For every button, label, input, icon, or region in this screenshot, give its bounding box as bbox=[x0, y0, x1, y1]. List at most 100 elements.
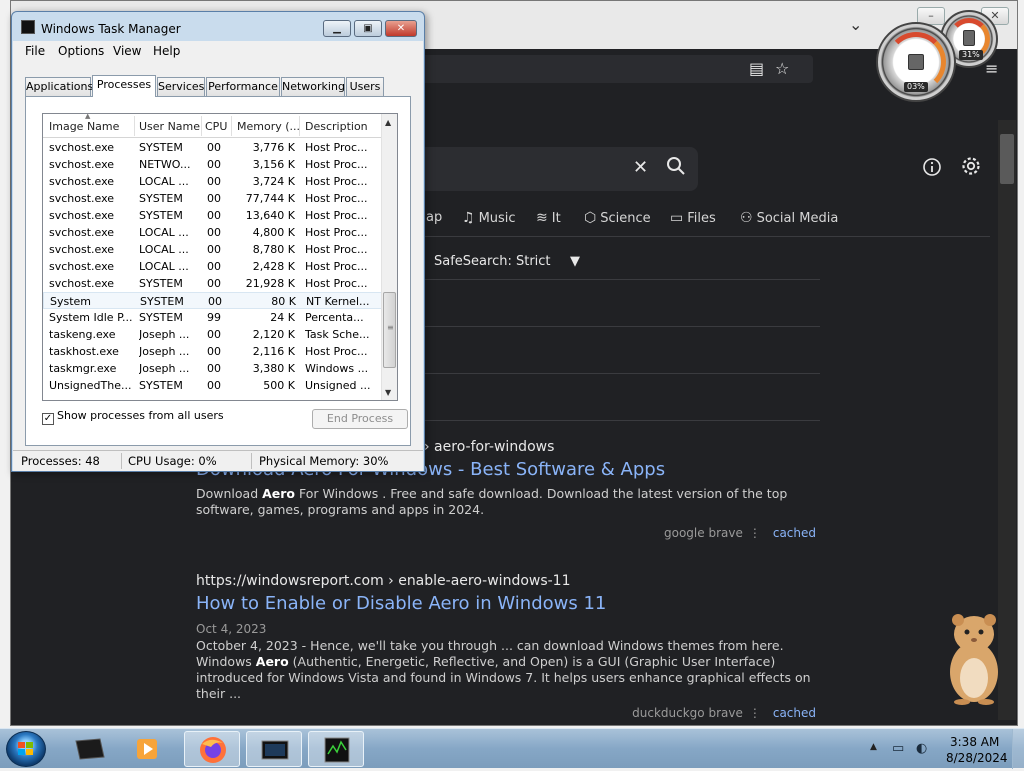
table-row[interactable]: taskmgr.exe Joseph ... 00 3,380 K Windows ..… bbox=[43, 360, 383, 377]
column-separator[interactable] bbox=[299, 116, 300, 136]
taskbar-remote-desktop[interactable] bbox=[246, 731, 302, 767]
table-row[interactable]: svchost.exe LOCAL ... 00 3,724 K Host Proc..… bbox=[43, 173, 383, 190]
table-row[interactable]: svchost.exe SYSTEM 00 13,640 K Host Proc... bbox=[43, 207, 383, 224]
sort-ascending-icon: ▲ bbox=[85, 113, 91, 120]
menu-icon[interactable]: ≡ bbox=[985, 59, 998, 78]
menu-view[interactable]: View bbox=[113, 44, 141, 58]
tab-science[interactable]: ⬡ Science bbox=[584, 210, 651, 226]
result-title-link[interactable]: How to Enable or Disable Aero in Windows… bbox=[196, 593, 816, 614]
end-process-button[interactable]: End Process bbox=[312, 409, 408, 429]
more-options-icon[interactable]: ⋮ bbox=[749, 706, 761, 720]
column-separator[interactable] bbox=[134, 116, 135, 136]
table-row[interactable]: svchost.exe LOCAL ... 00 2,428 K Host Proc..… bbox=[43, 258, 383, 275]
show-desktop-button[interactable] bbox=[1012, 729, 1024, 769]
table-row[interactable]: svchost.exe LOCAL ... 00 8,780 K Host Proc..… bbox=[43, 241, 383, 258]
column-image-name[interactable]: Image Name bbox=[49, 120, 119, 133]
process-list[interactable]: ▲ Image Name User Name CPU Memory (... D… bbox=[42, 113, 398, 401]
gear-icon[interactable] bbox=[960, 155, 982, 182]
hamster-desktop-pet[interactable] bbox=[940, 606, 1008, 706]
close-button[interactable]: ✕ bbox=[385, 20, 417, 37]
volume-icon[interactable]: ◐ bbox=[916, 741, 927, 756]
table-row[interactable]: taskhost.exe Joseph ... 00 2,116 K Host Proc… bbox=[43, 343, 383, 360]
scroll-up-arrow-icon[interactable]: ▲ bbox=[385, 118, 391, 127]
list-scrollbar-thumb[interactable]: ≡ bbox=[383, 292, 396, 368]
table-row[interactable]: System SYSTEM 00 80 K NT Kernel... bbox=[43, 292, 383, 309]
process-cpu: 00 bbox=[207, 379, 221, 392]
menu-help[interactable]: Help bbox=[153, 44, 180, 58]
safesearch-dropdown[interactable]: SafeSearch: Strict bbox=[434, 254, 551, 269]
table-row[interactable]: UnsignedThe... SYSTEM 00 500 K Unsigned ... bbox=[43, 377, 383, 394]
minimize-button[interactable]: ▁ bbox=[323, 20, 351, 37]
cached-link[interactable]: cached bbox=[773, 526, 816, 540]
table-row[interactable]: svchost.exe SYSTEM 00 21,928 K Host Proc... bbox=[43, 275, 383, 292]
list-scrollbar[interactable]: ▲ ≡ ▼ bbox=[381, 114, 397, 400]
tab-it[interactable]: ≋ It bbox=[536, 210, 561, 226]
reader-view-icon[interactable]: ▤ bbox=[749, 59, 764, 78]
cached-link[interactable]: cached bbox=[773, 706, 816, 720]
page-scrollbar-thumb[interactable] bbox=[1000, 134, 1014, 184]
process-name: svchost.exe bbox=[49, 192, 115, 205]
column-memory[interactable]: Memory (... bbox=[237, 120, 300, 133]
taskbar-task-manager[interactable] bbox=[308, 731, 364, 767]
process-memory: 3,724 K bbox=[252, 175, 295, 188]
menu-file[interactable]: File bbox=[25, 44, 45, 58]
tab-processes[interactable]: Processes bbox=[92, 75, 156, 97]
task-manager-icon bbox=[324, 737, 350, 763]
tab-services[interactable]: Services bbox=[157, 77, 205, 96]
clear-search-icon[interactable]: ✕ bbox=[633, 157, 648, 178]
tab-performance[interactable]: Performance bbox=[206, 77, 280, 96]
table-row[interactable]: svchost.exe NETWO... 00 3,156 K Host Proc... bbox=[43, 156, 383, 173]
taskbar-firefox[interactable] bbox=[184, 731, 240, 767]
table-row[interactable]: svchost.exe SYSTEM 00 77,744 K Host Proc... bbox=[43, 190, 383, 207]
tab-maps[interactable]: ap bbox=[426, 210, 442, 225]
process-description: Host Proc... bbox=[305, 141, 368, 154]
windows-logo-icon bbox=[18, 742, 33, 755]
more-options-icon[interactable]: ⋮ bbox=[749, 526, 761, 540]
process-description: Host Proc... bbox=[305, 345, 368, 358]
tab-list-chevron-icon[interactable]: ⌄ bbox=[849, 15, 862, 34]
scroll-down-arrow-icon[interactable]: ▼ bbox=[385, 388, 391, 397]
checkbox-checked-icon[interactable]: ✓ bbox=[42, 413, 54, 425]
process-user: Joseph ... bbox=[139, 345, 190, 358]
process-name: taskeng.exe bbox=[49, 328, 116, 341]
table-row[interactable]: System Idle P... SYSTEM 99 24 K Percenta... bbox=[43, 309, 383, 326]
info-icon[interactable] bbox=[922, 157, 942, 182]
clock-date[interactable]: 8/28/2024 bbox=[946, 751, 1008, 765]
process-user: SYSTEM bbox=[139, 277, 183, 290]
start-button[interactable] bbox=[6, 731, 46, 767]
column-description[interactable]: Description bbox=[305, 120, 368, 133]
table-row[interactable]: svchost.exe LOCAL ... 00 4,800 K Host Proc..… bbox=[43, 224, 383, 241]
monitor-icon bbox=[261, 740, 289, 760]
result-url[interactable]: https://windowsreport.com › enable-aero-… bbox=[196, 573, 816, 589]
tab-applications[interactable]: Applications bbox=[25, 77, 93, 96]
tab-music[interactable]: ♫ Music bbox=[462, 210, 516, 226]
caret-down-icon[interactable]: ▼ bbox=[570, 254, 580, 269]
network-icon[interactable]: ▭ bbox=[892, 741, 904, 756]
tab-users[interactable]: Users bbox=[346, 77, 384, 96]
search-icon[interactable] bbox=[666, 156, 686, 181]
process-memory: 3,156 K bbox=[252, 158, 295, 171]
tab-networking[interactable]: Networking bbox=[281, 77, 345, 96]
tab-social-media[interactable]: ⚇ Social Media bbox=[740, 210, 838, 226]
search-input[interactable] bbox=[400, 147, 698, 191]
table-row[interactable]: taskeng.exe Joseph ... 00 2,120 K Task Sche.… bbox=[43, 326, 383, 343]
taskbar-media-player[interactable] bbox=[120, 731, 176, 767]
category-label: Files bbox=[687, 211, 716, 226]
show-all-processes-checkbox[interactable]: ✓ Show processes from all users bbox=[42, 409, 224, 425]
table-row[interactable]: svchost.exe SYSTEM 00 3,776 K Host Proc... bbox=[43, 139, 383, 156]
process-memory: 21,928 K bbox=[245, 277, 295, 290]
maximize-button[interactable]: ▣ bbox=[354, 20, 382, 37]
task-manager-titlebar[interactable]: Windows Task Manager ▁ ▣ ✕ bbox=[12, 12, 424, 40]
clock-time[interactable]: 3:38 AM bbox=[950, 735, 999, 749]
bookmark-star-icon[interactable]: ☆ bbox=[775, 59, 789, 78]
column-cpu[interactable]: CPU bbox=[205, 120, 227, 133]
column-separator[interactable] bbox=[201, 116, 202, 136]
taskbar-terminal-app[interactable] bbox=[62, 731, 118, 767]
cpu-meter-gadget[interactable]: 03% bbox=[876, 22, 956, 102]
column-separator[interactable] bbox=[231, 116, 232, 136]
process-user: NETWO... bbox=[139, 158, 191, 171]
show-hidden-icons-arrow-icon[interactable]: ▲ bbox=[870, 742, 877, 752]
menu-options[interactable]: Options bbox=[58, 44, 104, 58]
column-user-name[interactable]: User Name bbox=[139, 120, 200, 133]
tab-files[interactable]: ▭ Files bbox=[670, 210, 716, 226]
